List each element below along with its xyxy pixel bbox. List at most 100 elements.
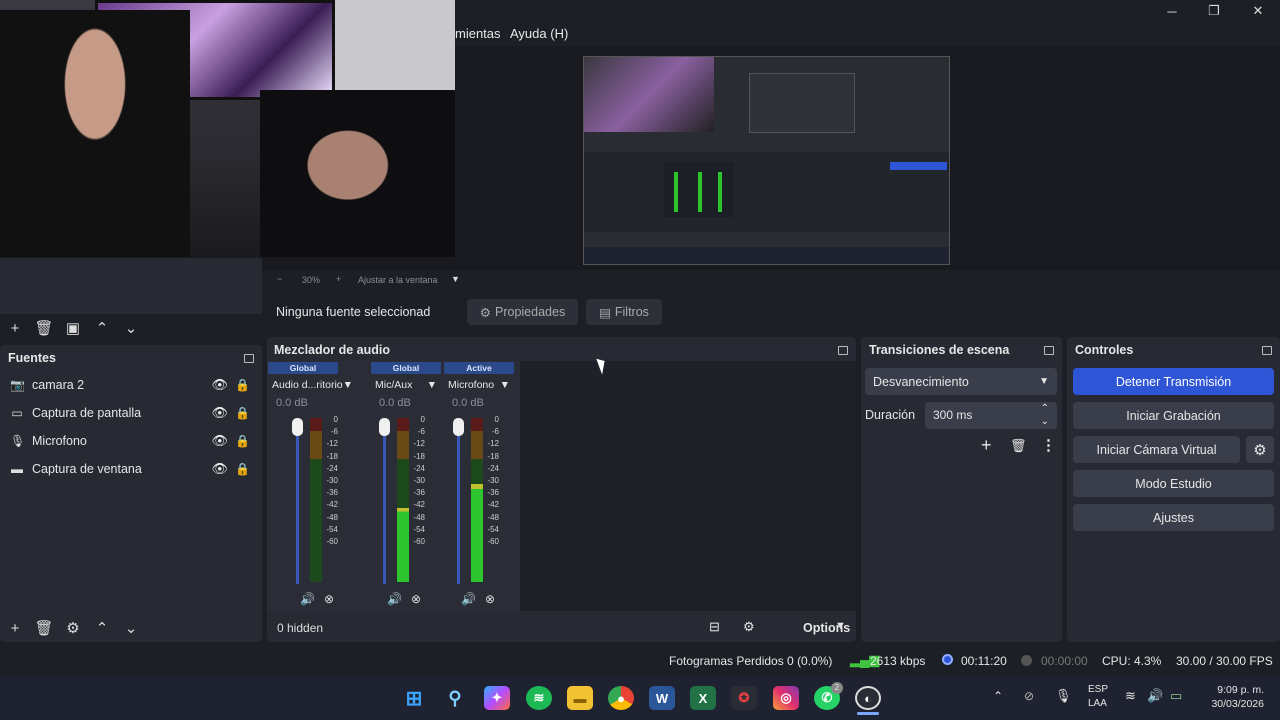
- db-tick: -48: [413, 512, 425, 522]
- chevron-up-icon[interactable]: ⌃: [91, 317, 113, 339]
- mixer-empty-area: [520, 361, 856, 611]
- layout-icon[interactable]: ⊟: [709, 619, 720, 635]
- lock-icon[interactable]: 🔒: [235, 462, 250, 476]
- fit-window-label[interactable]: Ajustar a la ventana: [358, 275, 438, 285]
- chevron-up-icon[interactable]: ⌃: [91, 617, 113, 639]
- sources-toolbar: + 🗑 ⚙ ⌃ ⌄: [4, 617, 154, 639]
- obs-icon[interactable]: ◐: [855, 686, 881, 710]
- search-icon[interactable]: ⚲: [442, 686, 468, 710]
- spotify-icon[interactable]: ≋: [526, 686, 552, 710]
- monitor-off-icon[interactable]: ⊗: [411, 592, 421, 606]
- source-item[interactable]: 🎙 Microfono 👁 🔒: [0, 427, 262, 455]
- folder-icon[interactable]: ▬: [567, 686, 593, 710]
- sources-header: Fuentes: [0, 345, 262, 371]
- windows-start-icon[interactable]: ⊞: [401, 686, 427, 710]
- undock-icon[interactable]: [838, 345, 848, 355]
- sources-panel: Fuentes 📷 camara 2 👁 🔒 ▭ Captura de pant…: [0, 345, 262, 642]
- eye-icon[interactable]: 👁: [211, 405, 228, 421]
- instagram-icon[interactable]: ◎: [773, 686, 799, 710]
- db-tick: -54: [487, 524, 499, 534]
- virtual-camera-button[interactable]: Iniciar Cámara Virtual: [1073, 436, 1240, 463]
- volume-icon[interactable]: 🔊: [1147, 688, 1163, 704]
- start-recording-button[interactable]: Iniciar Grabación: [1073, 402, 1274, 429]
- chevron-down-icon[interactable]: ⌄: [120, 617, 142, 639]
- trash-icon[interactable]: 🗑: [33, 617, 55, 639]
- settings-button[interactable]: Ajustes: [1073, 504, 1274, 531]
- volume-slider[interactable]: [296, 418, 299, 584]
- camera-icon: 📷: [10, 378, 25, 392]
- lock-icon[interactable]: 🔒: [235, 378, 250, 392]
- duration-input[interactable]: 300 ms ⌃ ⌄: [925, 402, 1057, 429]
- clock-time[interactable]: 9:09 p. m.: [1206, 684, 1264, 696]
- studio-mode-button[interactable]: Modo Estudio: [1073, 470, 1274, 497]
- keyboard-lang[interactable]: ESP: [1088, 684, 1108, 695]
- copilot-icon[interactable]: ✦: [484, 686, 510, 710]
- zoom-in-button[interactable]: +: [336, 274, 341, 284]
- scene-filter-icon[interactable]: ▣: [62, 317, 84, 339]
- stop-stream-button[interactable]: Detener Transmisión: [1073, 368, 1274, 395]
- volume-knob[interactable]: [453, 418, 464, 436]
- trash-icon[interactable]: 🗑: [1010, 438, 1027, 454]
- lock-icon[interactable]: 🔒: [235, 406, 250, 420]
- source-item[interactable]: ▭ Captura de pantalla 👁 🔒: [0, 399, 262, 427]
- fit-dropdown-icon[interactable]: ▼: [451, 274, 460, 284]
- undock-icon[interactable]: [244, 353, 254, 363]
- options-dropdown-icon[interactable]: ▼: [835, 620, 846, 632]
- monitor-off-icon[interactable]: ⊗: [324, 592, 334, 606]
- add-scene-icon[interactable]: +: [4, 317, 26, 339]
- mixer-settings-icon[interactable]: ⚙: [743, 619, 755, 635]
- battery-icon[interactable]: ▭: [1170, 688, 1182, 704]
- chevron-down-icon[interactable]: ⌄: [120, 317, 142, 339]
- trash-icon[interactable]: 🗑: [33, 317, 55, 339]
- mixer-header: Mezclador de audio: [267, 337, 856, 363]
- keyboard-layout[interactable]: LAA: [1088, 698, 1107, 709]
- zoom-out-button[interactable]: −: [277, 274, 282, 284]
- microphone-icon[interactable]: 🎙: [1055, 688, 1072, 704]
- source-item[interactable]: ▬ Captura de ventana 👁 🔒: [0, 455, 262, 483]
- chrome-icon[interactable]: ●: [608, 686, 634, 710]
- preview-canvas[interactable]: [583, 56, 950, 265]
- wifi-icon[interactable]: ≋: [1125, 688, 1136, 704]
- volume-knob[interactable]: [292, 418, 303, 436]
- add-transition-icon[interactable]: +: [981, 435, 992, 456]
- menu-tools[interactable]: mientas: [455, 26, 501, 41]
- more-options-icon[interactable]: ⋮: [1041, 436, 1056, 454]
- controls-title: Controles: [1075, 343, 1134, 357]
- menu-help[interactable]: Ayuda (H): [510, 26, 568, 41]
- sync-off-icon[interactable]: ⊘: [1024, 689, 1034, 703]
- source-item[interactable]: 📷 camara 2 👁 🔒: [0, 371, 262, 399]
- transition-select[interactable]: Desvanecimiento ▼: [865, 368, 1057, 395]
- volume-slider[interactable]: [383, 418, 386, 584]
- minimize-button[interactable]: ─: [1150, 0, 1194, 22]
- channel-name-dropdown[interactable]: Microfono ▼: [444, 379, 514, 391]
- eye-icon[interactable]: 👁: [211, 377, 228, 393]
- volume-slider[interactable]: [457, 418, 460, 584]
- speaker-icon[interactable]: 🔊: [300, 592, 315, 606]
- spinner-icon[interactable]: ⌃ ⌄: [1041, 402, 1049, 428]
- eye-icon[interactable]: 👁: [211, 461, 228, 477]
- add-source-icon[interactable]: +: [4, 617, 26, 639]
- db-scale: 0 -6 -12 -18 -24 -30 -36 -42 -48 -54 -60: [407, 414, 425, 548]
- lock-icon[interactable]: 🔒: [235, 434, 250, 448]
- word-icon[interactable]: W: [649, 686, 675, 710]
- channel-name-dropdown[interactable]: Audio d...ritorio ▼: [268, 379, 353, 391]
- speaker-icon[interactable]: 🔊: [387, 592, 402, 606]
- maximize-button[interactable]: ❐: [1192, 0, 1236, 22]
- chevron-up-icon[interactable]: ⌃: [993, 689, 1003, 703]
- speaker-icon[interactable]: 🔊: [461, 592, 476, 606]
- gear-icon[interactable]: ⚙: [62, 617, 84, 639]
- undock-icon[interactable]: [1044, 345, 1054, 355]
- monitor-off-icon[interactable]: ⊗: [485, 592, 495, 606]
- undock-icon[interactable]: [1262, 345, 1272, 355]
- eye-icon[interactable]: 👁: [211, 433, 228, 449]
- properties-label: Propiedades: [495, 305, 566, 319]
- clock-date[interactable]: 30/03/2026: [1202, 698, 1264, 710]
- excel-icon[interactable]: X: [690, 686, 716, 710]
- volume-knob[interactable]: [379, 418, 390, 436]
- gear-icon[interactable]: ⚙: [1246, 436, 1274, 463]
- properties-button[interactable]: ⚙ Propiedades: [467, 299, 578, 325]
- filters-button[interactable]: ▤ Filtros: [586, 299, 662, 325]
- channel-name-dropdown[interactable]: Mic/Aux ▼: [371, 379, 441, 391]
- close-button[interactable]: ✕: [1236, 0, 1280, 22]
- game-icon[interactable]: ✪: [731, 686, 757, 710]
